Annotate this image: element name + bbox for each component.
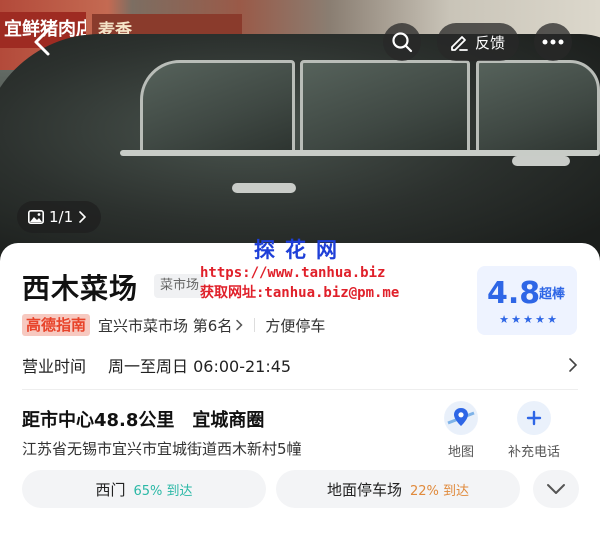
guide-badge: 高德指南 <box>22 314 91 336</box>
star-icon: ★ <box>535 313 545 326</box>
business-area: 宜城商圈 <box>192 410 265 431</box>
hours-value: 周一至周日 06:00-21:45 <box>108 357 292 376</box>
hero-photo[interactable]: 宜鲜猪肉店 麦香 反馈 1/1 <box>0 0 600 262</box>
more-dots-icon <box>542 39 564 45</box>
door-handle-rear <box>512 156 570 166</box>
entrance-west-gate[interactable]: 西门 65% 到达 <box>22 470 266 508</box>
rating-score: 4.8 <box>487 276 541 311</box>
plus-icon <box>526 410 542 426</box>
more-options-button[interactable] <box>534 23 572 61</box>
rating-stars: ★ ★ ★ ★ ★ <box>499 313 557 326</box>
watermark-contact: 获取网址:tanhua.biz@pm.me <box>200 285 400 301</box>
pencil-icon <box>451 36 468 51</box>
rating-box[interactable]: 4.8 超棒 ★ ★ ★ ★ ★ <box>477 266 577 335</box>
add-phone-label: 补充电话 <box>507 445 560 460</box>
plus-icon-wrap <box>517 401 551 435</box>
map-pin-icon <box>445 402 477 434</box>
parking-tag: 方便停车 <box>265 316 326 335</box>
divider-line <box>254 318 256 332</box>
category-tag: 菜市场 <box>154 274 206 298</box>
rating-word: 超棒 <box>539 287 566 302</box>
chevron-down-icon <box>547 484 565 494</box>
poi-info-card: 西木菜场 菜市场 探花网 https://www.tanhua.biz 获取网址… <box>0 238 600 536</box>
hours-label: 营业时间 <box>22 357 87 376</box>
chevron-right-icon <box>569 358 578 372</box>
star-icon: ★ <box>523 313 533 326</box>
ranking-row: 高德指南 宜兴市菜市场 第6名 方便停车 <box>22 314 325 336</box>
ranking-text: 宜兴市菜市场 第6名 <box>98 316 233 335</box>
entrance-arrival-pct: 22% 到达 <box>409 483 470 499</box>
expand-entrances-button[interactable] <box>533 470 579 508</box>
photo-count-text: 1/1 <box>49 208 74 226</box>
chevron-right-icon <box>79 211 87 223</box>
map-icon-wrap <box>444 401 478 435</box>
address-text: 江苏省无锡市宜兴市宜城街道西木新村5幢 <box>22 440 302 458</box>
car-window-front <box>140 60 295 155</box>
section-divider <box>22 389 578 390</box>
car-window-rear <box>476 60 600 155</box>
feedback-label: 反馈 <box>475 33 506 52</box>
place-title: 西木菜场 <box>22 272 139 305</box>
business-hours-row[interactable]: 营业时间 周一至周日 06:00-21:45 <box>22 353 578 377</box>
chevron-right-icon <box>236 319 243 331</box>
chevron-left-icon <box>34 28 50 56</box>
image-icon <box>28 210 44 224</box>
entrance-parking-lot[interactable]: 地面停车场 22% 到达 <box>276 470 520 508</box>
star-icon: ★ <box>547 313 557 326</box>
distance-row: 距市中心48.8公里 宜城商圈 <box>22 406 264 432</box>
search-icon <box>392 32 413 53</box>
map-button[interactable]: 地图 <box>426 401 496 460</box>
watermark-url: https://www.tanhua.biz <box>200 265 386 281</box>
watermark-overlay: 探花网 https://www.tanhua.biz 获取网址:tanhua.b… <box>200 237 410 303</box>
distance-text: 距市中心48.8公里 <box>22 410 175 431</box>
entrance-name: 地面停车场 <box>326 480 402 499</box>
entrance-arrival-pct: 65% 到达 <box>133 483 193 499</box>
ranking-link[interactable]: 宜兴市菜市场 第6名 <box>98 315 244 336</box>
entrance-name: 西门 <box>95 480 126 499</box>
search-button[interactable] <box>383 23 421 61</box>
star-icon: ★ <box>499 313 509 326</box>
map-label: 地图 <box>447 445 474 460</box>
add-phone-button[interactable]: 补充电话 <box>499 401 569 460</box>
back-button[interactable] <box>26 25 60 59</box>
photo-counter[interactable]: 1/1 <box>17 201 101 233</box>
door-handle-front <box>232 183 296 193</box>
car-window-middle <box>300 60 470 155</box>
feedback-button[interactable]: 反馈 <box>437 23 519 61</box>
star-icon: ★ <box>511 313 521 326</box>
poi-detail-page: 宜鲜猪肉店 麦香 反馈 1/1 西木菜场 菜市场 探花网 https://www… <box>0 0 600 536</box>
